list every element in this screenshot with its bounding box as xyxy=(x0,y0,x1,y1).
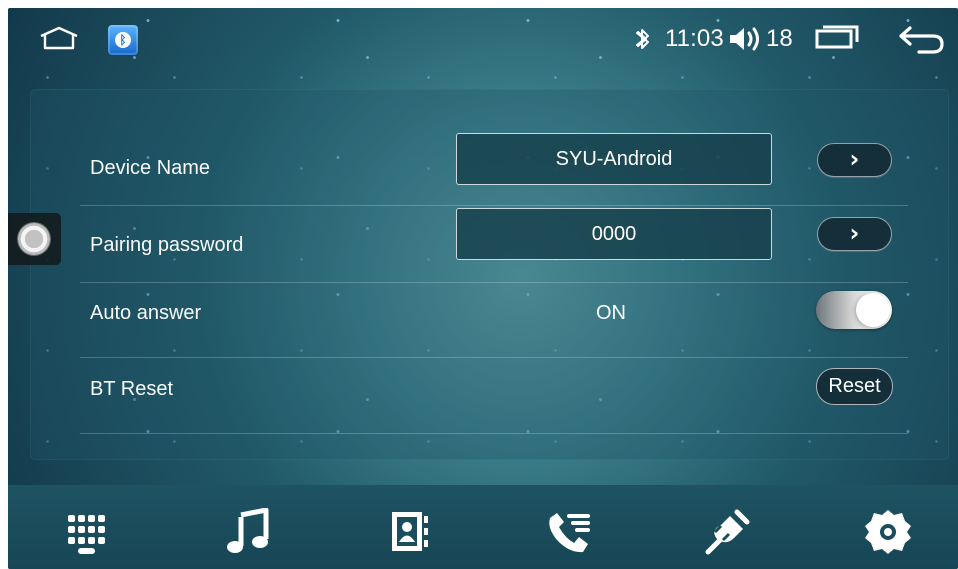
contacts-icon xyxy=(392,512,428,551)
status-bar: ᛒ 11:03 18 xyxy=(8,8,958,66)
connection-nav-button[interactable] xyxy=(703,508,751,556)
assistive-touch-button[interactable] xyxy=(8,213,61,265)
bt-reset-row: BT Reset Reset xyxy=(80,357,908,434)
volume-icon xyxy=(730,27,759,51)
recents-icon[interactable] xyxy=(813,25,860,49)
music-nav-button[interactable] xyxy=(224,507,272,556)
call-log-nav-button[interactable] xyxy=(545,508,593,556)
bluetooth-settings-panel: Device Name SYU-Android › Pairing passwo… xyxy=(30,89,949,460)
auto-answer-row: Auto answer ON xyxy=(80,281,908,358)
connection-plug-icon xyxy=(705,509,750,555)
dialpad-nav-button[interactable] xyxy=(65,508,113,556)
auto-answer-status: ON xyxy=(596,302,626,324)
toggle-knob xyxy=(856,293,890,327)
contacts-nav-button[interactable] xyxy=(385,508,433,556)
pairing-password-field[interactable]: 0000 xyxy=(456,208,772,260)
dialpad-icon xyxy=(68,515,105,554)
bluetooth-settings-screen: ᛒ 11:03 18 Device Name SYU-Android › Pai… xyxy=(8,8,958,569)
auto-answer-toggle[interactable] xyxy=(816,291,892,329)
bt-reset-label: BT Reset xyxy=(90,378,173,400)
settings-nav-button[interactable] xyxy=(864,508,912,556)
bluetooth-app-icon[interactable]: ᛒ xyxy=(108,25,138,55)
call-log-icon xyxy=(549,513,590,553)
bluetooth-icon xyxy=(636,29,649,49)
volume-level: 18 xyxy=(766,25,793,52)
pairing-password-row: Pairing password 0000 › xyxy=(80,206,908,283)
bt-reset-button[interactable]: Reset xyxy=(816,368,893,405)
chevron-right-icon: › xyxy=(849,219,860,247)
auto-answer-label: Auto answer xyxy=(90,302,202,324)
chevron-right-icon: › xyxy=(849,145,860,173)
device-name-row: Device Name SYU-Android › xyxy=(80,129,908,206)
pairing-password-edit-button[interactable]: › xyxy=(817,217,892,251)
home-icon[interactable] xyxy=(39,26,79,50)
gear-icon xyxy=(865,510,911,554)
bottom-navigation-bar xyxy=(8,485,958,569)
assistive-touch-icon xyxy=(18,223,50,255)
pairing-password-label: Pairing password xyxy=(90,234,244,256)
device-name-label: Device Name xyxy=(90,157,211,179)
music-note-icon xyxy=(227,507,269,553)
back-icon[interactable] xyxy=(898,24,946,54)
bluetooth-symbol-icon: ᛒ xyxy=(115,32,131,48)
status-time: 11:03 xyxy=(665,25,724,52)
device-name-field[interactable]: SYU-Android xyxy=(456,133,772,185)
device-name-edit-button[interactable]: › xyxy=(817,143,892,177)
